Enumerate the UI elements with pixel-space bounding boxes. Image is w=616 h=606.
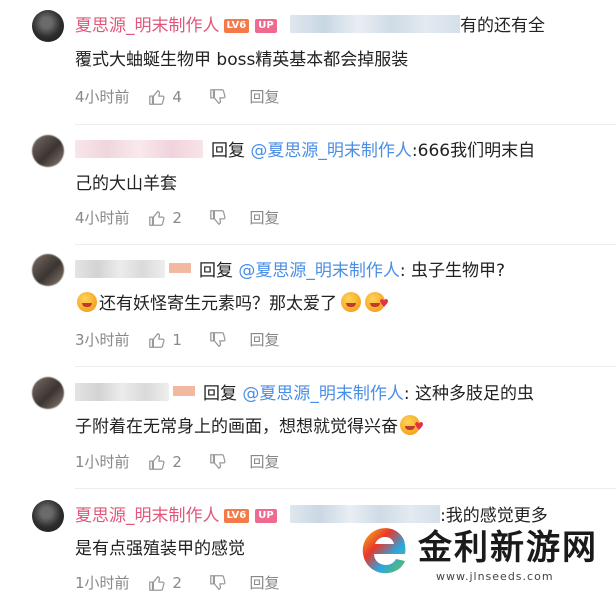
divider [75,488,616,489]
comment-text: :666我们明末自 [411,141,536,161]
thumbs-down-icon[interactable] [209,453,227,471]
watermark-title: 金利新游网 [418,528,598,568]
timestamp: 4小时前 [75,87,130,106]
comment-meta: 1小时前 2 回复 [75,572,279,593]
like-count: 1 [172,330,182,349]
username[interactable]: 夏思源_明末制作人 [75,506,220,526]
redacted-badge [173,386,195,396]
comment-text: 还有妖怪寄生元素吗？那太爱了 [99,294,337,314]
thumbs-up-icon [149,454,165,470]
comment-meta: 1小时前 2 回复 [75,451,279,472]
comment-line-2: 子附着在无常身上的画面，想想就觉得兴奋 [75,415,596,439]
username[interactable]: 夏思源_明末制作人 [75,16,220,36]
redacted-username [75,140,203,158]
timestamp: 1小时前 [75,452,130,471]
level-badge: LV6 [223,19,250,33]
up-badge: UP [255,509,277,523]
divider [75,244,616,245]
avatar[interactable] [32,254,64,286]
comment-line-2: 己的大山羊套 [75,174,177,194]
thumbs-up-icon [149,210,165,226]
redacted-username [75,383,169,401]
comment-meta: 3小时前 1 回复 [75,329,279,350]
like-button[interactable]: 1 [148,329,204,350]
comment-line-1: 回复 @夏思源_明末制作人: 虫子生物甲? [75,259,596,283]
timestamp: 1小时前 [75,573,130,592]
timestamp: 4小时前 [75,208,130,227]
comment-line-1: 夏思源_明末制作人 LV6 UP 有的还有全 [75,14,596,38]
thumbs-down-icon[interactable] [209,209,227,227]
watermark: 金利新游网 www.jlnseeds.com [354,512,604,602]
like-button[interactable]: 2 [148,207,204,228]
level-badge: LV6 [223,509,250,523]
mention-link[interactable]: @夏思源_明末制作人 [250,141,412,161]
avatar[interactable] [32,500,64,532]
like-count: 2 [172,208,182,227]
thumbs-down-icon[interactable] [209,88,227,106]
avatar[interactable] [32,135,64,167]
up-badge: UP [255,19,277,33]
comment-line-2: 还有妖怪寄生元素吗？那太爱了 [75,292,596,316]
timestamp: 3小时前 [75,330,130,349]
like-button[interactable]: 2 [148,451,204,472]
reply-button[interactable]: 回复 [249,208,279,228]
thumbs-down-icon[interactable] [209,574,227,592]
scared-emoji-icon [341,292,361,312]
thumbs-up-icon [149,575,165,591]
reply-button[interactable]: 回复 [249,330,279,350]
reply-word: 回复 [211,141,245,161]
thumbs-up-icon [149,332,165,348]
like-button[interactable]: 2 [148,572,204,593]
comment-text: : 虫子生物甲? [399,261,506,281]
reply-button[interactable]: 回复 [249,87,279,107]
heart-face-emoji-icon [365,292,389,316]
comment-text: : 这种多肢足的虫 [403,384,535,404]
divider [75,366,616,367]
reply-button[interactable]: 回复 [249,452,279,472]
thumbs-up-icon [149,89,165,105]
scared-emoji-icon [77,292,97,312]
divider [75,124,616,125]
redacted-badge [169,263,191,273]
comment-line-1: 回复 @夏思源_明末制作人:666我们明末自 [75,139,596,163]
redacted-mention [290,15,461,33]
like-count: 2 [172,573,182,592]
avatar[interactable] [32,377,64,409]
avatar[interactable] [32,10,64,42]
watermark-url: www.jlnseeds.com [436,570,554,583]
comment-text: 有的还有全 [460,16,546,36]
mention-link[interactable]: @夏思源_明末制作人 [242,384,404,404]
like-button[interactable]: 4 [148,86,204,107]
comment-line-2: 覆式大蚰蜒生物甲 boss精英基本都会掉服装 [75,50,409,70]
redacted-username [75,260,165,278]
comment-text: 子附着在无常身上的画面，想想就觉得兴奋 [75,417,398,437]
comment-meta: 4小时前 4 回复 [75,86,279,107]
reply-word: 回复 [203,384,237,404]
like-count: 4 [172,87,182,106]
comment-meta: 4小时前 2 回复 [75,207,279,228]
like-count: 2 [172,452,182,471]
reply-button[interactable]: 回复 [249,573,279,593]
reply-word: 回复 [199,261,233,281]
watermark-logo-icon [362,528,406,574]
heart-eyes-emoji-icon [400,415,424,439]
mention-link[interactable]: @夏思源_明末制作人 [238,261,400,281]
thumbs-down-icon[interactable] [209,331,227,349]
comment-line-1: 回复 @夏思源_明末制作人: 这种多肢足的虫 [75,382,596,406]
